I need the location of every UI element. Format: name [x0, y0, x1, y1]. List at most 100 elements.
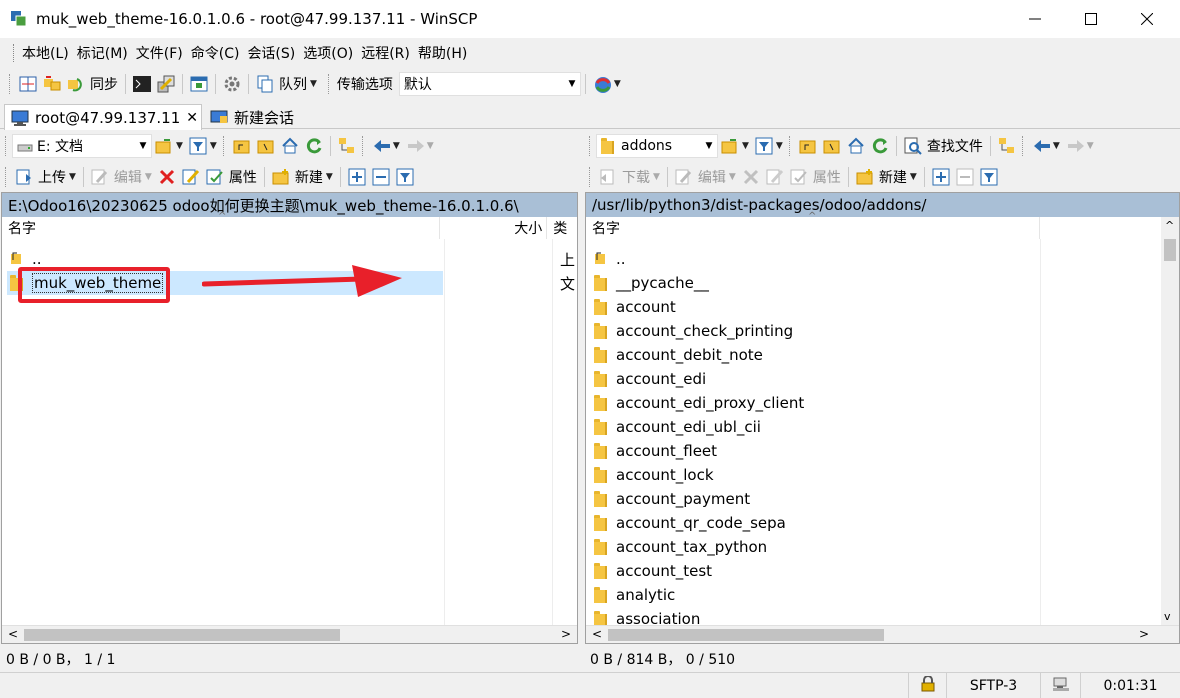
- synchronize-button[interactable]: 同步: [64, 72, 121, 96]
- remote-row[interactable]: account_edi_ubl_cii: [586, 415, 1156, 439]
- remote-row[interactable]: account_fleet: [586, 439, 1156, 463]
- remote-new-button[interactable]: 新建 ▼: [853, 165, 920, 189]
- menu-mark[interactable]: 标记(M): [73, 43, 132, 63]
- remote-refresh-button[interactable]: [868, 134, 892, 158]
- remote-tree-button[interactable]: [995, 134, 1019, 158]
- remote-forward-button[interactable]: ▼: [1063, 134, 1097, 158]
- compare-directories-button[interactable]: [16, 72, 40, 96]
- remote-row[interactable]: __pycache__: [586, 271, 1156, 295]
- remote-row[interactable]: account_payment: [586, 487, 1156, 511]
- close-tab-icon[interactable]: ✕: [186, 110, 198, 126]
- remote-row-parent[interactable]: ..: [586, 247, 1156, 271]
- local-new-button[interactable]: 新建 ▼: [269, 165, 336, 189]
- putty-button[interactable]: [154, 72, 178, 96]
- scroll-left-icon[interactable]: <: [8, 627, 18, 641]
- menu-session[interactable]: 会话(S): [243, 43, 299, 63]
- menu-files[interactable]: 文件(F): [132, 43, 187, 63]
- download-button[interactable]: 下载 ▼: [596, 165, 663, 189]
- preferences-button[interactable]: [220, 72, 244, 96]
- remote-filter-mask-button[interactable]: [977, 165, 1001, 189]
- local-rename-button[interactable]: [179, 165, 203, 189]
- scrollbar-thumb[interactable]: [608, 629, 884, 641]
- local-select-all-button[interactable]: [345, 165, 369, 189]
- new-window-button[interactable]: [187, 72, 211, 96]
- local-delete-button[interactable]: [155, 165, 179, 189]
- scroll-right-icon[interactable]: >: [1139, 627, 1149, 641]
- console-button[interactable]: [130, 72, 154, 96]
- local-forward-button[interactable]: ▼: [403, 134, 437, 158]
- local-edit-button[interactable]: 编辑 ▼: [88, 165, 155, 189]
- upload-button[interactable]: 上传 ▼: [12, 165, 79, 189]
- remote-vertical-scrollbar[interactable]: ^ v: [1161, 217, 1179, 625]
- menu-local[interactable]: 本地(L): [18, 43, 73, 63]
- remote-row[interactable]: analytic: [586, 583, 1156, 607]
- remote-row[interactable]: account_debit_note: [586, 343, 1156, 367]
- tab-session-root[interactable]: root@47.99.137.11 ✕: [4, 104, 202, 130]
- transfer-settings-button[interactable]: ▼: [590, 72, 624, 96]
- local-drive-select[interactable]: E: 文档 ▼: [12, 134, 152, 158]
- minimize-button[interactable]: [1012, 0, 1058, 38]
- remote-row[interactable]: account_qr_code_sepa: [586, 511, 1156, 535]
- remote-row[interactable]: account: [586, 295, 1156, 319]
- menu-remote[interactable]: 远程(R): [357, 43, 414, 63]
- remote-row[interactable]: account_edi_proxy_client: [586, 391, 1156, 415]
- remote-home-button[interactable]: [844, 134, 868, 158]
- local-path-bar[interactable]: E:\Odoo16\20230625 odoo如何更换主题\muk_web_th…: [2, 193, 577, 217]
- close-button[interactable]: [1124, 0, 1170, 38]
- remote-back-button[interactable]: ▼: [1029, 134, 1063, 158]
- remote-filter-button[interactable]: ▼: [752, 134, 786, 158]
- remote-delete-button[interactable]: [739, 165, 763, 189]
- scroll-down-icon[interactable]: v: [1164, 610, 1171, 623]
- column-name[interactable]: 名字 ^: [586, 211, 1040, 239]
- remote-parent-dir-button[interactable]: [796, 134, 820, 158]
- local-horizontal-scrollbar[interactable]: < >: [2, 625, 577, 643]
- local-refresh-button[interactable]: [302, 134, 326, 158]
- queue-dropdown-icon[interactable]: ▼: [310, 79, 317, 89]
- maximize-button[interactable]: [1068, 0, 1114, 38]
- remote-select-all-button[interactable]: [929, 165, 953, 189]
- remote-path-bar[interactable]: /usr/lib/python3/dist-packages/odoo/addo…: [586, 193, 1179, 217]
- tab-new-session[interactable]: 新建会话: [204, 104, 304, 130]
- column-type[interactable]: 类: [547, 217, 577, 239]
- transfer-preset-select[interactable]: 默认 ▼: [398, 72, 581, 96]
- scrollbar-thumb[interactable]: [24, 629, 340, 641]
- remote-row[interactable]: account_tax_python: [586, 535, 1156, 559]
- local-tree-button[interactable]: [335, 134, 359, 158]
- local-properties-button[interactable]: 属性: [203, 165, 260, 189]
- toolbar-separator: [895, 136, 897, 156]
- remote-folder-select[interactable]: addons ▼: [596, 134, 718, 158]
- remote-unselect-button[interactable]: [953, 165, 977, 189]
- remote-row[interactable]: account_check_printing: [586, 319, 1156, 343]
- local-unselect-button[interactable]: [369, 165, 393, 189]
- queue-button[interactable]: 队列 ▼: [253, 72, 320, 96]
- remote-row[interactable]: account_lock: [586, 463, 1156, 487]
- menu-commands[interactable]: 命令(C): [187, 43, 244, 63]
- scroll-up-icon[interactable]: ^: [1165, 219, 1174, 232]
- plus-icon: [348, 168, 366, 186]
- local-root-dir-button[interactable]: [254, 134, 278, 158]
- synchronize-browsing-button[interactable]: [40, 72, 64, 96]
- column-size[interactable]: 大小: [440, 217, 548, 239]
- remote-edit-button[interactable]: 编辑 ▼: [672, 165, 739, 189]
- toolbar-grip: [361, 136, 366, 156]
- remote-open-folder-button[interactable]: ▼: [718, 134, 752, 158]
- remote-rename-button[interactable]: [763, 165, 787, 189]
- column-name[interactable]: 名字 ^: [2, 211, 441, 239]
- scroll-left-icon[interactable]: <: [592, 627, 602, 641]
- scroll-right-icon[interactable]: >: [561, 627, 571, 641]
- menu-options[interactable]: 选项(O): [299, 43, 357, 63]
- local-home-button[interactable]: [278, 134, 302, 158]
- local-parent-dir-button[interactable]: [230, 134, 254, 158]
- local-open-folder-button[interactable]: ▼: [152, 134, 186, 158]
- remote-row[interactable]: account_test: [586, 559, 1156, 583]
- remote-row[interactable]: account_edi: [586, 367, 1156, 391]
- local-filter-mask-button[interactable]: [393, 165, 417, 189]
- remote-root-dir-button[interactable]: [820, 134, 844, 158]
- find-files-button[interactable]: 查找文件: [901, 134, 986, 158]
- remote-properties-button[interactable]: 属性: [787, 165, 844, 189]
- local-filter-button[interactable]: ▼: [186, 134, 220, 158]
- remote-horizontal-scrollbar[interactable]: < >: [586, 625, 1179, 643]
- scrollbar-thumb[interactable]: [1164, 239, 1176, 261]
- menu-help[interactable]: 帮助(H): [414, 43, 471, 63]
- local-back-button[interactable]: ▼: [369, 134, 403, 158]
